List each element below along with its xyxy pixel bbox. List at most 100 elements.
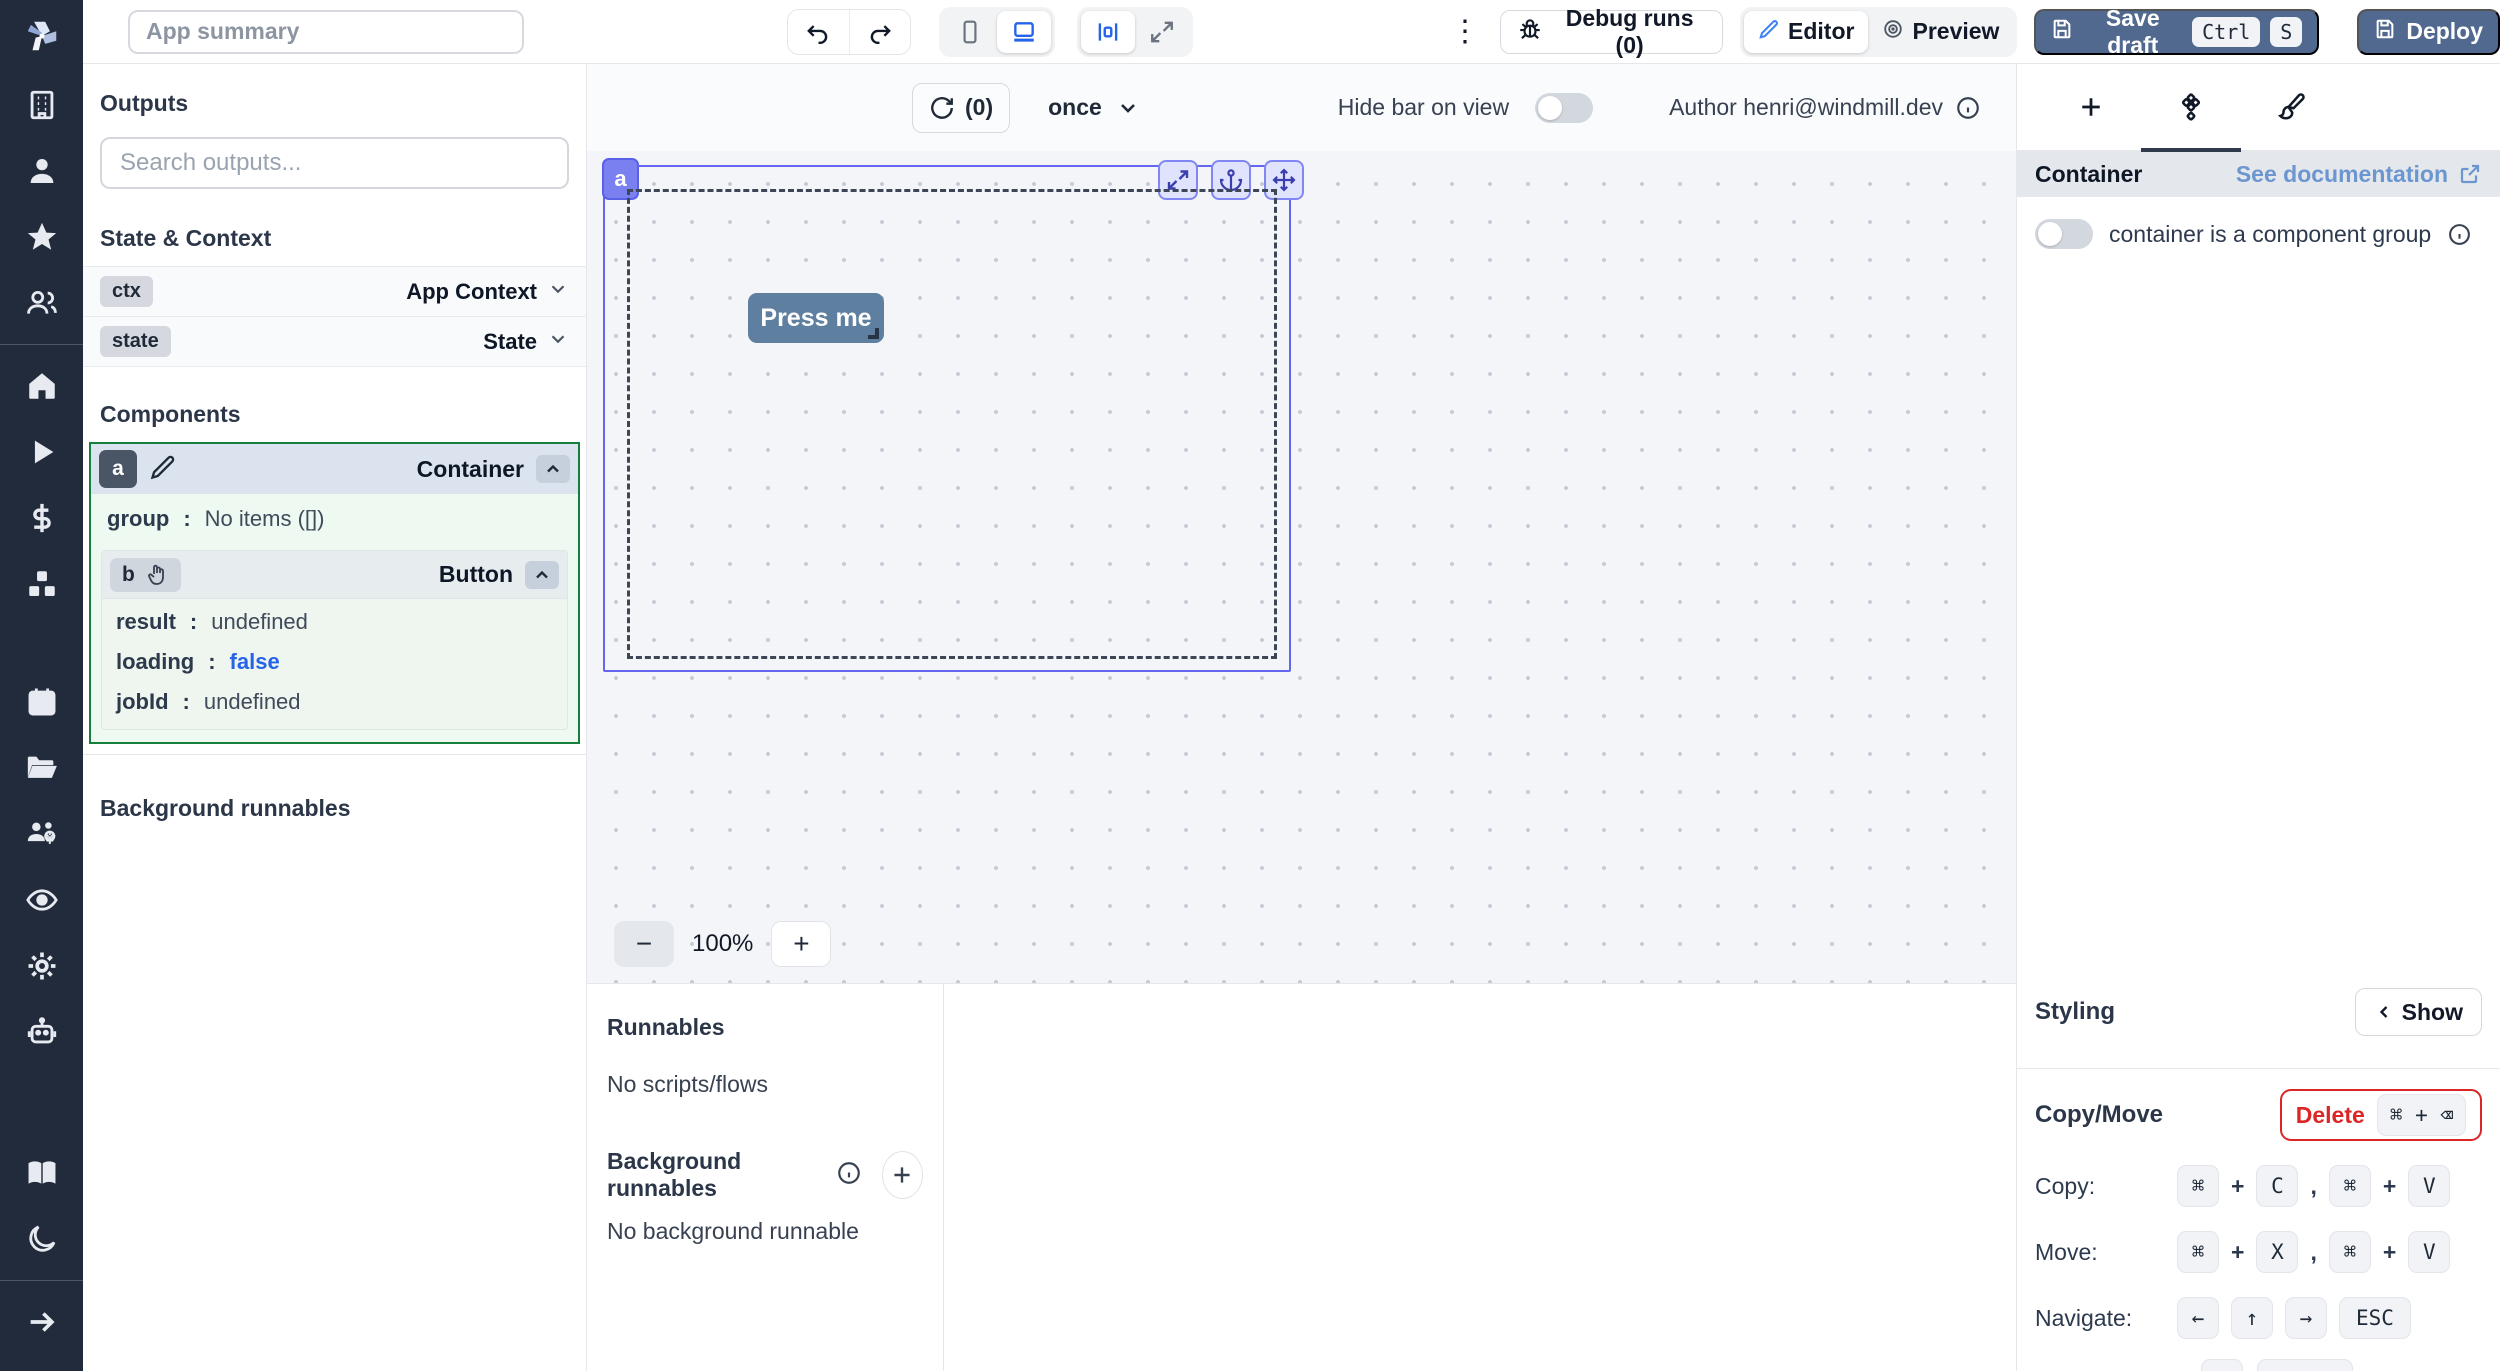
styling-section: Styling Show [2017,988,2500,1036]
windmill-logo-icon[interactable] [23,0,61,72]
topbar: ⋮ Debug runs (0) Editor Preview Save dra… [83,0,2500,64]
frequency-dropdown[interactable]: once [1048,94,1140,121]
show-styling-button[interactable]: Show [2355,988,2482,1036]
container-drop-zone[interactable]: Press me [627,189,1277,659]
selected-container-outline[interactable]: a Press me [603,165,1291,672]
app-summary-input[interactable] [128,10,524,54]
container-header[interactable]: a Container [91,444,578,494]
full-width-button[interactable] [1135,11,1189,53]
groups-users-icon[interactable] [8,270,76,336]
component-icon [2176,92,2206,122]
colon: : [190,609,197,635]
component-header: Container See documentation [2017,151,2500,197]
runnables-title: Runnables [607,1014,923,1041]
state-row[interactable]: state State [83,316,586,366]
copy-shortcut-row: Copy: ⌘ + C , ⌘ + V [2035,1165,2482,1207]
output-key: loading [116,649,194,675]
button-header[interactable]: b Button [102,551,567,599]
schedules-calendar-icon[interactable] [8,669,76,735]
settings-gear-icon[interactable] [8,933,76,999]
collapse-chevron-up-icon[interactable] [525,561,559,589]
zoom-out-button[interactable]: − [614,921,674,967]
chevron-down-icon[interactable] [547,328,569,356]
colon: : [208,649,215,675]
styling-tab[interactable] [2241,64,2341,150]
runnables-panel: Runnables No scripts/flows Background ru… [587,983,2017,1371]
plus-separator: + [2383,1239,2396,1266]
components-title: Components [100,401,569,428]
hand-pointer-icon [145,563,169,587]
audit-eye-icon[interactable] [8,867,76,933]
refresh-count: (0) [965,94,993,121]
workers-users-gear-icon[interactable] [8,801,76,867]
ai-robot-icon[interactable] [8,999,76,1065]
hide-bar-toggle[interactable] [1535,93,1593,123]
workspace-building-icon[interactable] [8,72,76,138]
layout-toggle-group [1077,7,1193,57]
desktop-view-button[interactable] [997,11,1051,53]
more-menu-icon[interactable]: ⋮ [1448,23,1482,41]
press-me-label: Press me [760,304,871,333]
canvas-grid[interactable]: a Press me [587,151,2016,983]
add-background-runnable-button[interactable] [882,1151,923,1199]
output-key: jobId [116,689,169,715]
ctx-row[interactable]: ctx App Context [83,266,586,316]
resize-corner-handle[interactable] [868,328,879,339]
info-icon [1955,95,1981,121]
chevron-down-icon[interactable] [547,278,569,306]
kbd-key: ⌘ [2329,1231,2371,1273]
see-documentation-link[interactable]: See documentation [2236,161,2482,188]
zoom-in-button[interactable]: + [771,921,831,967]
delete-component-button[interactable]: Delete ⌘ + ⌫ [2280,1089,2482,1141]
collapse-chevron-up-icon[interactable] [536,455,570,483]
kbd-key: C [2256,1165,2298,1207]
state-context-title: State & Context [100,225,569,252]
ctx-badge: ctx [100,276,153,307]
state-label: State [483,329,537,355]
component-settings-tab[interactable] [2141,64,2241,150]
jobid-row[interactable]: jobId : undefined [102,679,567,729]
plus-icon [2076,92,2106,122]
insert-component-tab[interactable] [2041,64,2141,150]
output-value: No items ([]) [205,506,325,532]
docs-book-icon[interactable] [8,1140,76,1206]
save-draft-button[interactable]: Save draft Ctrl S [2034,9,2319,55]
search-outputs-input[interactable] [100,137,569,189]
mobile-view-button[interactable] [943,11,997,53]
preview-tab[interactable]: Preview [1868,11,2013,53]
expand-rail-arrow-icon[interactable] [8,1289,76,1355]
move-shortcut-row: Move: ⌘ + X , ⌘ + V [2035,1231,2482,1273]
resources-boxes-icon[interactable] [8,551,76,617]
output-value: undefined [204,689,301,715]
plus-separator: + [2383,1173,2396,1200]
dark-mode-moon-icon[interactable] [8,1206,76,1272]
deploy-button[interactable]: Deploy [2357,9,2500,55]
kbd-key: ↑ [2231,1297,2273,1339]
component-group-toggle[interactable] [2035,219,2093,249]
user-icon[interactable] [8,138,76,204]
home-icon[interactable] [8,353,76,419]
runs-play-icon[interactable] [8,419,76,485]
bug-icon [1517,16,1543,48]
result-row[interactable]: result : undefined [102,599,567,639]
rename-pencil-icon[interactable] [149,453,177,486]
press-me-button[interactable]: Press me [748,293,884,343]
undo-button[interactable] [788,10,849,54]
component-id: b [122,563,135,587]
debug-runs-button[interactable]: Debug runs (0) [1500,10,1723,54]
refresh-count-button[interactable]: (0) [912,83,1010,133]
zoom-controls: − 100% + [614,921,831,967]
button-component-card[interactable]: b Button result : undefined loa [101,550,568,730]
group-output-row[interactable]: group : No items ([]) [91,494,578,536]
container-component-card[interactable]: a Container group : No items ([]) b [89,442,580,744]
variables-dollar-icon[interactable] [8,485,76,551]
folders-icon[interactable] [8,735,76,801]
editor-tab[interactable]: Editor [1744,11,1868,53]
app-canvas[interactable]: (0) once Hide bar on view Author henri@w… [587,64,2017,983]
loading-row[interactable]: loading : false [102,639,567,679]
favorites-star-icon[interactable] [8,204,76,270]
center-content-button[interactable] [1081,11,1135,53]
redo-button[interactable] [849,10,910,54]
background-runnables-title: Background runnables [607,1148,822,1202]
clipped-shortcut-row [2201,1359,2482,1371]
